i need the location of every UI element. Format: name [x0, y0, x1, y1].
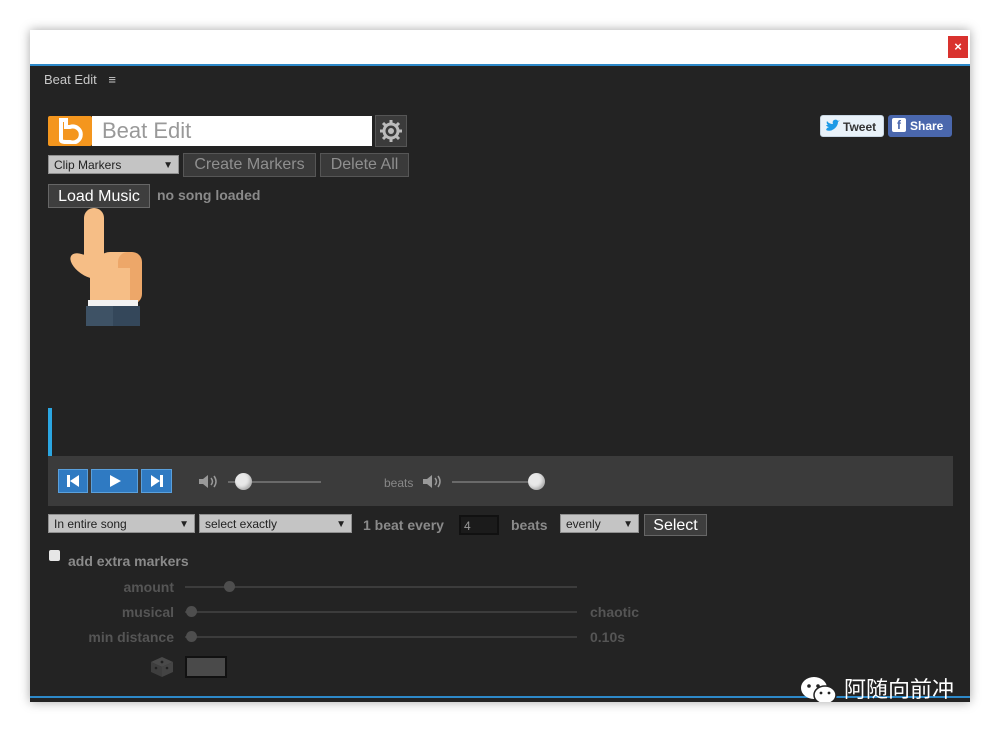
transport-bar: beats: [48, 456, 953, 506]
skip-back-icon: [67, 475, 79, 487]
chaotic-label: chaotic: [590, 604, 640, 620]
twitter-bird-icon: [826, 119, 840, 131]
musical-label: musical: [121, 604, 174, 620]
gear-icon: [380, 120, 402, 142]
musical-chaotic-slider[interactable]: [185, 611, 577, 613]
min-distance-knob[interactable]: [186, 631, 197, 642]
chevron-down-icon: ▼: [336, 519, 346, 530]
marker-type-value: Clip Markers: [54, 158, 122, 172]
beats-volume-label: beats: [384, 476, 414, 490]
create-markers-button[interactable]: Create Markers: [183, 153, 316, 177]
skip-forward-button[interactable]: [141, 469, 172, 493]
distribution-value: evenly: [566, 517, 601, 531]
settings-button[interactable]: [375, 115, 407, 147]
close-button[interactable]: ×: [948, 36, 968, 58]
panel-header: Beat Edit ≡: [44, 72, 116, 87]
min-distance-slider[interactable]: [185, 636, 577, 638]
beats-unit-label: beats: [511, 517, 548, 533]
song-status-text: no song loaded: [157, 187, 261, 203]
share-label: Share: [910, 119, 944, 133]
tweet-label: Tweet: [843, 120, 877, 134]
dice-icon[interactable]: [150, 656, 174, 678]
delete-all-button[interactable]: Delete All: [320, 153, 409, 177]
beat-every-label: 1 beat every: [363, 517, 444, 533]
music-volume-knob[interactable]: [235, 473, 252, 490]
min-distance-label: min distance: [88, 629, 174, 645]
volume-icon: [199, 475, 217, 488]
hamburger-menu-icon[interactable]: ≡: [108, 72, 116, 87]
beat-edit-window: × Beat Edit ≡ Beat Edit Tweet f Share Cl…: [30, 30, 970, 702]
beat-edit-logo-icon: [48, 116, 92, 146]
marker-color-swatch[interactable]: [185, 656, 227, 678]
pointing-hand-icon: [70, 208, 142, 326]
extra-markers-checkbox[interactable]: [49, 550, 60, 561]
range-select[interactable]: In entire song ▼: [48, 514, 195, 533]
skip-forward-icon: [150, 475, 163, 487]
extra-markers-label: add extra markers: [68, 553, 189, 569]
min-distance-value: 0.10s: [590, 629, 626, 645]
play-button[interactable]: [91, 469, 138, 493]
distribution-select[interactable]: evenly ▼: [560, 514, 639, 533]
chevron-down-icon: ▼: [163, 160, 173, 171]
beats-volume-icon: [423, 475, 441, 488]
range-value: In entire song: [54, 517, 127, 531]
facebook-icon: f: [892, 118, 906, 132]
chevron-down-icon: ▼: [623, 519, 633, 530]
select-mode-select[interactable]: select exactly ▼: [199, 514, 352, 533]
facebook-share-button[interactable]: f Share: [888, 115, 952, 137]
amount-label: amount: [123, 579, 174, 595]
play-icon: [109, 475, 121, 487]
amount-slider[interactable]: [185, 586, 577, 588]
select-mode-value: select exactly: [205, 517, 278, 531]
panel-title: Beat Edit: [44, 72, 97, 87]
beats-volume-knob[interactable]: [528, 473, 545, 490]
wechat-icon: [801, 677, 837, 702]
select-button[interactable]: Select: [644, 514, 707, 536]
chevron-down-icon: ▼: [179, 519, 189, 530]
skip-back-button[interactable]: [58, 469, 88, 493]
watermark-text: 阿随向前冲: [844, 677, 955, 702]
tweet-button[interactable]: Tweet: [820, 115, 884, 137]
marker-type-select[interactable]: Clip Markers ▼: [48, 155, 179, 174]
wechat-watermark: 阿随向前冲: [800, 672, 954, 702]
waveform-cursor-line: [48, 408, 52, 456]
beat-count-input[interactable]: 4: [459, 515, 499, 535]
musical-chaotic-knob[interactable]: [186, 606, 197, 617]
window-titlebar: ×: [30, 30, 970, 66]
app-title-field: Beat Edit: [92, 116, 372, 146]
amount-knob[interactable]: [224, 581, 235, 592]
